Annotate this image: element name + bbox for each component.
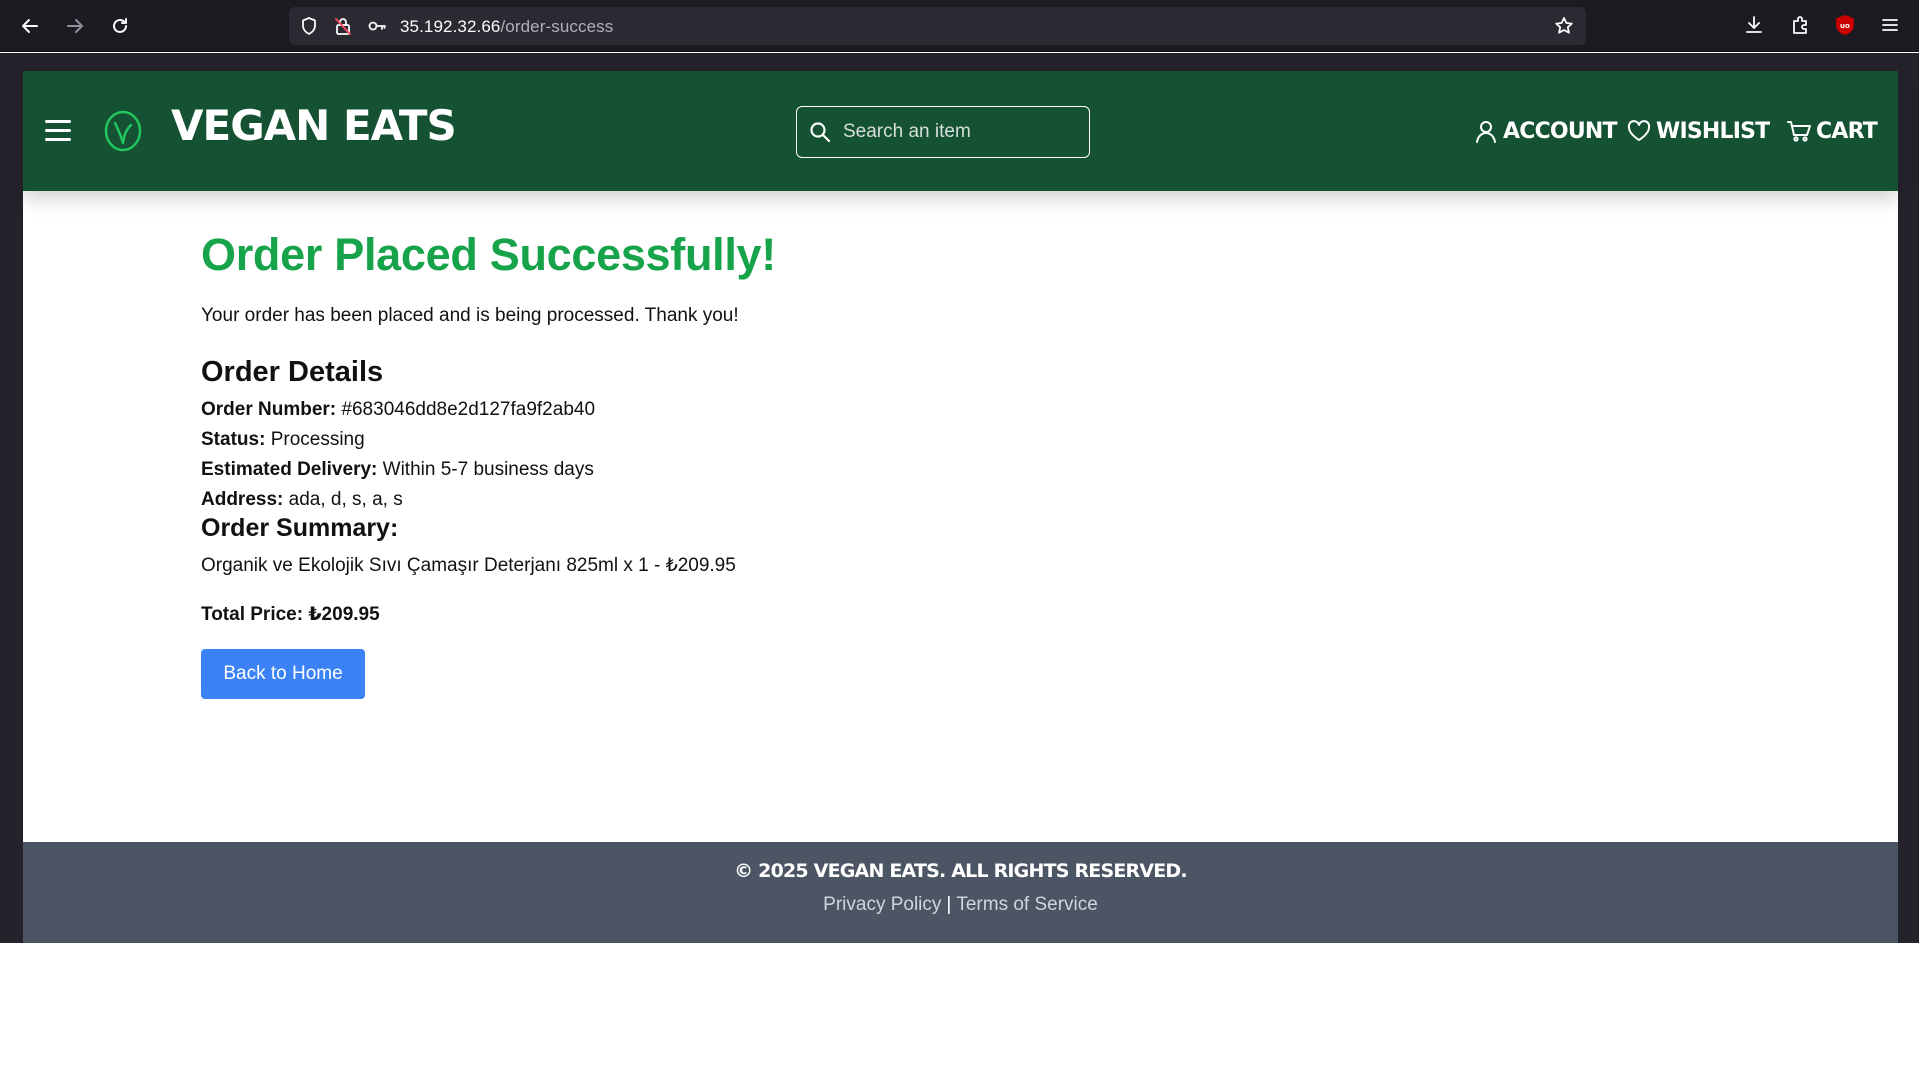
key-icon[interactable] (367, 16, 387, 36)
back-button[interactable] (14, 10, 46, 42)
order-summary-heading: Order Summary: (201, 514, 399, 542)
user-icon (1476, 121, 1496, 143)
extensions-icon[interactable] (1789, 14, 1811, 36)
detail-value: #683046dd8e2d127fa9f2ab40 (341, 399, 596, 420)
cart-icon (1787, 121, 1811, 142)
order-number-row: Order Number: #683046dd8e2d127fa9f2ab40 (201, 399, 595, 421)
cart-link[interactable]: Cart (1786, 116, 1878, 146)
page-viewport: Vegan Eats Account Wishlist Cart Order P… (0, 53, 1919, 943)
detail-value: Processing (270, 429, 365, 450)
privacy-policy-link[interactable]: Privacy Policy (823, 894, 941, 915)
arrow-right-icon (67, 19, 83, 33)
account-label: Account (1503, 118, 1618, 144)
confirmation-message: Your order has been placed and is being … (201, 305, 739, 326)
total-price: Total Price: ₺209.95 (201, 604, 380, 625)
footer-separator: | (946, 894, 952, 915)
footer-links: Privacy Policy | Terms of Service (23, 894, 1898, 916)
arrow-left-icon (22, 19, 38, 33)
cart-label: Cart (1816, 118, 1878, 144)
shield-icon[interactable] (299, 16, 319, 36)
site-header: Vegan Eats Account Wishlist Cart (23, 71, 1898, 191)
brand-name[interactable]: Vegan Eats (171, 101, 457, 150)
detail-value: Within 5-7 business days (382, 459, 594, 480)
detail-label: Estimated Delivery: (201, 459, 378, 480)
order-details-heading: Order Details (201, 356, 384, 388)
wishlist-link[interactable]: Wishlist (1626, 116, 1770, 146)
forward-button[interactable] (59, 10, 91, 42)
detail-label: Order Number: (201, 399, 337, 420)
page-title: Order Placed Successfully! (201, 229, 776, 280)
hamburger-menu-icon[interactable] (45, 120, 71, 142)
url-text[interactable]: 35.192.32.66/order-success (400, 17, 613, 37)
copyright-text: © 2025 Vegan Eats. All rights reserved. (734, 860, 1187, 882)
status-row: Status: Processing (201, 429, 365, 451)
terms-of-service-link[interactable]: Terms of Service (956, 894, 1097, 915)
svg-text:uo: uo (1840, 22, 1850, 30)
vegan-leaf-logo-icon[interactable] (103, 109, 143, 153)
downloads-icon[interactable] (1743, 14, 1765, 36)
address-bar[interactable]: 35.192.32.66/order-success (289, 7, 1586, 45)
account-link[interactable]: Account (1473, 116, 1618, 146)
reload-icon (113, 18, 127, 33)
detail-label: Address: (201, 489, 284, 510)
search-icon (810, 122, 831, 143)
search-input[interactable] (843, 117, 1078, 147)
browser-toolbar: 35.192.32.66/order-success uo (0, 0, 1919, 52)
detail-value: ada, d, s, a, s (288, 489, 403, 510)
order-summary-item: Organik ve Ekolojik Sıvı Çamaşır Deterja… (201, 555, 736, 576)
back-to-home-button[interactable]: Back to Home (201, 649, 365, 699)
reload-button[interactable] (104, 10, 136, 42)
site: Vegan Eats Account Wishlist Cart Order P… (23, 71, 1898, 943)
site-footer: © 2025 Vegan Eats. All rights reserved. … (23, 842, 1898, 943)
heart-icon (1627, 120, 1651, 141)
wishlist-label: Wishlist (1656, 118, 1770, 144)
address-row: Address: ada, d, s, a, s (201, 489, 403, 511)
detail-label: Status: (201, 429, 266, 450)
insecure-lock-icon[interactable] (333, 16, 353, 36)
search-box[interactable] (796, 106, 1090, 158)
bookmark-star-icon[interactable] (1554, 16, 1574, 36)
estimated-delivery-row: Estimated Delivery: Within 5-7 business … (201, 459, 594, 481)
menu-icon[interactable] (1879, 14, 1901, 36)
ublock-icon[interactable]: uo (1834, 14, 1856, 36)
